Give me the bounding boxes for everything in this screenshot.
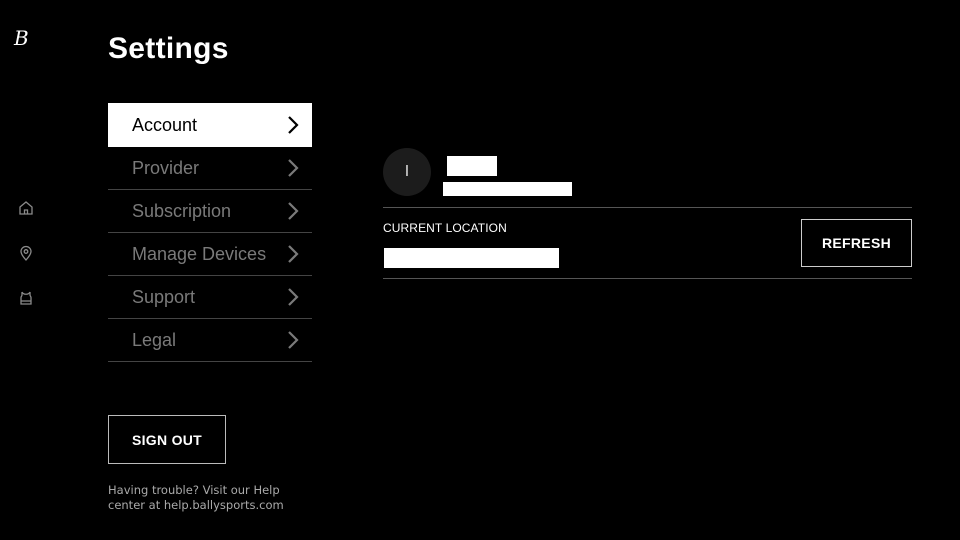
menu-item-manage-devices[interactable]: Manage Devices (108, 233, 312, 276)
divider (383, 207, 912, 208)
menu-item-support[interactable]: Support (108, 276, 312, 319)
chevron-right-icon (286, 158, 300, 178)
refresh-location-button[interactable]: REFRESH (801, 219, 912, 267)
redacted-user-email (443, 182, 572, 196)
chevron-right-icon (286, 287, 300, 307)
divider (383, 278, 912, 279)
menu-item-label: Account (132, 114, 198, 135)
current-location-label: CURRENT LOCATION (383, 221, 507, 235)
chevron-right-icon (286, 201, 300, 221)
home-icon[interactable] (17, 199, 35, 217)
menu-item-label: Legal (132, 329, 177, 350)
avatar: I (383, 148, 431, 196)
chevron-right-icon (286, 115, 300, 135)
menu-item-provider[interactable]: Provider (108, 147, 312, 190)
avatar-initial: I (404, 163, 410, 180)
menu-item-label: Provider (132, 157, 200, 178)
menu-item-legal[interactable]: Legal (108, 319, 312, 362)
menu-item-account[interactable]: Account (108, 103, 312, 147)
settings-menu: Account Provider Subscription Manage Dev… (108, 103, 312, 362)
page-title: Settings (108, 32, 229, 65)
location-pin-icon[interactable] (17, 244, 35, 262)
menu-item-subscription[interactable]: Subscription (108, 190, 312, 233)
menu-item-label: Manage Devices (132, 243, 267, 264)
bally-logo: B (14, 26, 29, 50)
chevron-right-icon (286, 330, 300, 350)
sign-out-button[interactable]: SIGN OUT (108, 415, 226, 464)
help-text: Having trouble? Visit our Help center at… (108, 483, 284, 512)
chevron-right-icon (286, 244, 300, 264)
menu-item-label: Subscription (132, 200, 232, 221)
menu-item-label: Support (132, 286, 196, 307)
redacted-location-value (384, 248, 559, 268)
redacted-user-name (447, 156, 497, 176)
jersey-icon[interactable] (17, 289, 35, 307)
